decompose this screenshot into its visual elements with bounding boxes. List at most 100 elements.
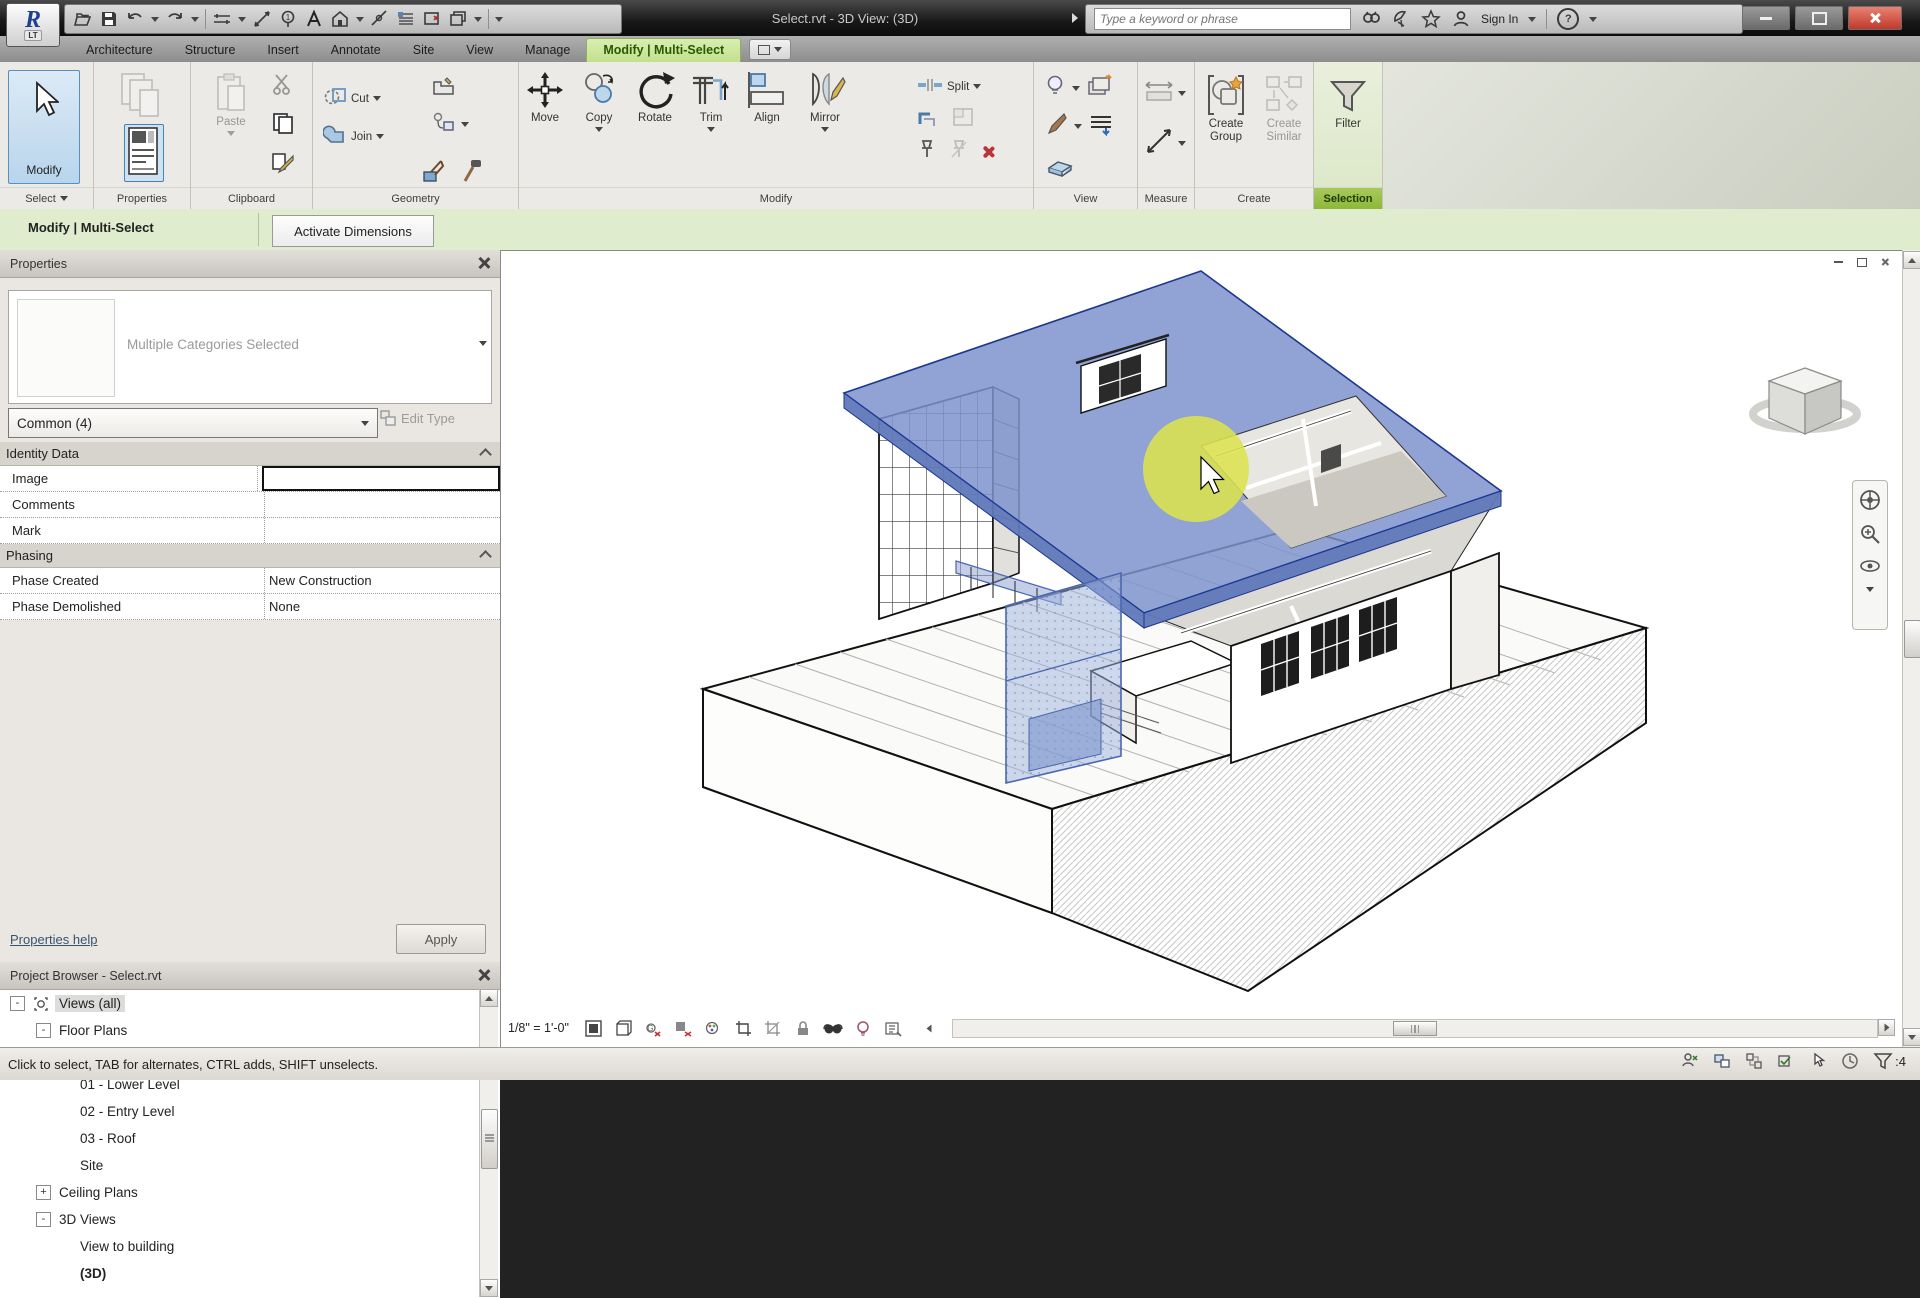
tree-item-03-roof[interactable]: 03 - Roof — [0, 1125, 500, 1152]
search-input[interactable] — [1094, 8, 1351, 30]
delete-icon[interactable] — [981, 145, 995, 159]
tab-annotate[interactable]: Annotate — [315, 39, 397, 62]
aligned-dimension-icon[interactable] — [252, 9, 272, 29]
expander-icon[interactable]: - — [36, 1023, 51, 1038]
temporary-hide-isolate-icon[interactable] — [822, 1017, 845, 1039]
view-restore-icon[interactable] — [1853, 255, 1870, 269]
match-type-icon[interactable] — [271, 150, 295, 179]
crop-view-icon[interactable] — [732, 1017, 755, 1039]
tag-icon[interactable]: 1 — [278, 9, 298, 29]
tree-item-3d-views[interactable]: - 3D Views — [0, 1206, 500, 1233]
close-hidden-windows-icon[interactable] — [422, 9, 442, 29]
lock-3d-view-icon[interactable] — [792, 1017, 815, 1039]
copy-to-clipboard-icon[interactable] — [271, 111, 295, 140]
panel-label-create[interactable]: Create — [1195, 187, 1313, 209]
section-icon[interactable] — [370, 9, 390, 29]
rotate-button[interactable]: Rotate — [633, 70, 677, 132]
view-close-icon[interactable] — [1876, 255, 1893, 269]
tree-item-ceiling-plans[interactable]: + Ceiling Plans — [0, 1179, 500, 1206]
paint-icon[interactable] — [421, 158, 447, 189]
apply-button[interactable]: Apply — [396, 924, 486, 954]
minimize-button[interactable] — [1742, 6, 1790, 30]
measure-icon[interactable] — [212, 9, 232, 29]
tree-item-02-entry-level[interactable]: 02 - Entry Level — [0, 1098, 500, 1125]
panel-label-properties[interactable]: Properties — [94, 187, 190, 209]
measure-between-icon[interactable] — [1144, 78, 1174, 109]
sun-path-icon[interactable]: G — [642, 1017, 665, 1039]
visibility-graphics-icon[interactable] — [1086, 74, 1112, 103]
modify-tool-button[interactable]: Modify — [8, 70, 80, 184]
tree-item-3d[interactable]: (3D) — [0, 1260, 500, 1287]
canvas-vertical-scrollbar[interactable] — [1902, 250, 1920, 1047]
expander-icon[interactable]: + — [36, 1185, 51, 1200]
help-dropdown-icon[interactable] — [1589, 17, 1597, 22]
canvas-horizontal-scrollbar[interactable] — [952, 1019, 1878, 1038]
hscroll-thumb[interactable] — [1393, 1021, 1437, 1036]
type-selector[interactable]: Multiple Categories Selected — [8, 290, 492, 404]
tab-manage[interactable]: Manage — [509, 39, 586, 62]
press-drag-icon[interactable] — [1809, 1052, 1827, 1070]
panel-label-select[interactable]: Select — [0, 187, 93, 209]
phasing-group-header[interactable]: Phasing — [0, 544, 500, 568]
measure-along-icon[interactable] — [1144, 126, 1174, 161]
shadows-icon[interactable] — [672, 1017, 695, 1039]
align-button[interactable]: Align — [745, 70, 789, 132]
panel-label-view[interactable]: View — [1034, 187, 1137, 209]
text-icon[interactable] — [304, 9, 324, 29]
split-button[interactable]: Split — [917, 76, 981, 97]
project-browser-close-icon[interactable] — [477, 968, 490, 981]
cope-icon[interactable] — [431, 76, 457, 103]
mirror-button[interactable]: Mirror — [803, 70, 847, 132]
customize-qat-icon[interactable] — [495, 17, 503, 22]
demolish-hammer-icon[interactable] — [459, 158, 485, 189]
close-button[interactable] — [1848, 6, 1902, 30]
tree-item-site[interactable]: Site — [0, 1152, 500, 1179]
view-minimize-icon[interactable] — [1830, 255, 1847, 269]
reveal-hidden-elements-icon[interactable] — [852, 1017, 875, 1039]
undo-icon[interactable] — [125, 9, 145, 29]
tree-item-views-all[interactable]: - Views (all) — [0, 990, 500, 1017]
editing-requests-icon[interactable] — [1681, 1052, 1699, 1070]
rendering-dialog-icon[interactable] — [702, 1017, 725, 1039]
exclude-options-icon[interactable] — [1777, 1052, 1795, 1070]
3d-view-dropdown-icon[interactable] — [356, 17, 364, 22]
zoom-icon[interactable] — [1859, 523, 1881, 545]
navbar-more-icon[interactable] — [1866, 587, 1874, 592]
tab-insert[interactable]: Insert — [251, 39, 314, 62]
save-icon[interactable] — [99, 9, 119, 29]
cut-geometry-button[interactable]: Cut — [323, 86, 381, 111]
join-geometry-button[interactable]: Join — [323, 124, 384, 149]
measure-dropdown-icon[interactable] — [238, 17, 246, 22]
crop-region-visibility-icon[interactable] — [762, 1017, 785, 1039]
thin-lines-icon[interactable] — [396, 9, 416, 29]
design-options-icon[interactable] — [1745, 1052, 1763, 1070]
sign-in-user-icon[interactable] — [1451, 9, 1471, 29]
panel-label-selection[interactable]: Selection — [1314, 187, 1382, 209]
filter-button[interactable]: Filter — [1322, 76, 1374, 130]
undo-dropdown-icon[interactable] — [151, 17, 159, 22]
infocenter-expand-icon[interactable] — [1072, 13, 1078, 23]
browser-scrollbar-thumb[interactable] — [481, 1109, 498, 1169]
scale-button[interactable]: 1/8" = 1'-0" — [508, 1021, 569, 1035]
viewcube[interactable] — [1745, 352, 1865, 452]
browser-scrollbar[interactable] — [479, 989, 498, 1297]
switch-windows-dropdown-icon[interactable] — [474, 17, 482, 22]
panel-label-geometry[interactable]: Geometry — [313, 187, 518, 209]
properties-palette-icon[interactable] — [124, 124, 164, 182]
copy-button[interactable]: Copy — [579, 70, 619, 132]
property-row-phase-demolished[interactable]: Phase Demolished None — [0, 594, 500, 620]
identity-data-group-header[interactable]: Identity Data — [0, 442, 500, 466]
visual-style-icon[interactable] — [612, 1017, 635, 1039]
detail-level-icon[interactable] — [582, 1017, 605, 1039]
properties-close-icon[interactable] — [477, 256, 490, 269]
temporary-view-properties-icon[interactable] — [882, 1017, 905, 1039]
tab-modify-multi-select[interactable]: Modify | Multi-Select — [586, 38, 741, 62]
3d-view-scene[interactable] — [501, 251, 1901, 1048]
type-selector-dropdown-icon[interactable] — [479, 341, 487, 346]
vcb-scroll-left-icon[interactable] — [918, 1017, 941, 1039]
offset-elements-icon[interactable] — [431, 111, 457, 138]
restore-button[interactable] — [1795, 6, 1843, 30]
image-value-input[interactable] — [262, 466, 500, 491]
expander-icon[interactable]: - — [36, 1212, 51, 1227]
open-icon[interactable] — [73, 9, 93, 29]
